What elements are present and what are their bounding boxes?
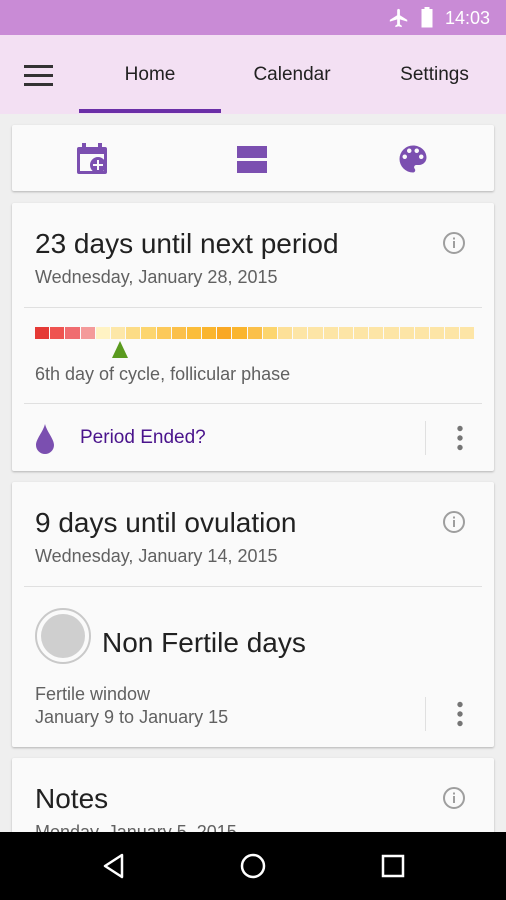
cycle-day-segment — [353, 327, 369, 339]
ovulation-card: 9 days until ovulation Wednesday, Januar… — [12, 482, 494, 747]
more-vert-icon[interactable] — [456, 701, 464, 727]
cycle-day-segment — [460, 327, 475, 339]
system-nav-bar — [0, 832, 506, 900]
vertical-divider — [425, 697, 426, 731]
tab-calendar-label: Calendar — [253, 63, 331, 85]
fertility-status-label: Non Fertile days — [102, 627, 306, 658]
home-icon[interactable] — [239, 852, 267, 880]
cycle-day-segment — [323, 327, 338, 339]
divider — [24, 307, 482, 308]
notes-title: Notes — [35, 783, 109, 814]
ovulation-date: Wednesday, January 14, 2015 — [35, 546, 278, 566]
airplane-icon — [389, 8, 408, 28]
cycle-day-segment — [110, 327, 126, 339]
cycle-day-segment — [217, 327, 232, 339]
cycle-day-segment — [399, 327, 414, 339]
more-vert-icon[interactable] — [456, 425, 464, 451]
cycle-day-segment — [141, 327, 156, 339]
drop-icon — [36, 424, 54, 454]
cycle-day-segment — [445, 327, 460, 339]
fertile-window-label: Fertile window — [35, 684, 151, 704]
battery-icon — [421, 7, 433, 28]
period-countdown-title: 23 days until next period — [35, 228, 339, 259]
cycle-progress-bar — [35, 327, 475, 339]
ovulation-countdown-title: 9 days until ovulation — [35, 507, 297, 538]
cycle-day-segment — [338, 327, 353, 339]
status-time: 14:03 — [445, 8, 491, 28]
quick-actions-card — [12, 125, 494, 191]
divider — [24, 403, 482, 404]
fertility-status-indicator — [35, 608, 91, 664]
cycle-day-segment — [247, 327, 262, 339]
cycle-day-segment — [429, 327, 445, 339]
view-agenda-icon[interactable] — [234, 141, 270, 177]
tab-home-label: Home — [124, 63, 176, 85]
cycle-day-segment — [95, 327, 110, 339]
cycle-day-segment — [414, 327, 429, 339]
period-date: Wednesday, January 28, 2015 — [35, 267, 278, 287]
cycle-day-segment — [80, 327, 95, 339]
cycle-day-segment — [65, 327, 80, 339]
cycle-day-segment — [262, 327, 277, 339]
cycle-day-segment — [308, 327, 323, 339]
divider — [24, 586, 482, 587]
tab-calendar[interactable]: Calendar — [221, 35, 363, 114]
cycle-day-segment — [384, 327, 399, 339]
info-icon[interactable] — [442, 510, 466, 534]
cycle-day-segment — [186, 327, 202, 339]
cycle-day-segment — [278, 327, 293, 339]
back-icon[interactable] — [100, 852, 128, 880]
cycle-phase-text: 6th day of cycle, follicular phase — [35, 364, 291, 384]
period-card: 23 days until next period Wednesday, Jan… — [12, 203, 494, 471]
cycle-day-segment — [232, 327, 247, 339]
calendar-add-icon[interactable] — [74, 141, 110, 177]
cycle-day-segment — [202, 327, 217, 339]
cycle-day-segment — [126, 327, 141, 339]
cycle-day-segment — [293, 327, 308, 339]
info-icon[interactable] — [442, 786, 466, 810]
palette-icon[interactable] — [395, 141, 431, 177]
cycle-day-segment — [171, 327, 186, 339]
cycle-day-segment — [50, 327, 65, 339]
cycle-day-segment — [156, 327, 171, 339]
tab-settings[interactable]: Settings — [363, 35, 506, 114]
cycle-day-segment — [369, 327, 384, 339]
status-bar: 14:03 — [0, 0, 506, 35]
recents-icon[interactable] — [379, 852, 407, 880]
vertical-divider — [425, 421, 426, 455]
info-icon[interactable] — [442, 231, 466, 255]
hamburger-icon[interactable] — [24, 65, 54, 87]
tab-home[interactable]: Home — [79, 35, 221, 114]
cycle-day-segment — [35, 327, 50, 339]
fertile-window-range: January 9 to January 15 — [35, 707, 229, 727]
period-ended-button[interactable]: Period Ended? — [80, 427, 206, 449]
app-bar: Home Calendar Settings — [0, 35, 506, 114]
tab-settings-label: Settings — [400, 63, 469, 85]
current-day-marker — [112, 341, 128, 358]
tab-indicator — [79, 109, 221, 113]
